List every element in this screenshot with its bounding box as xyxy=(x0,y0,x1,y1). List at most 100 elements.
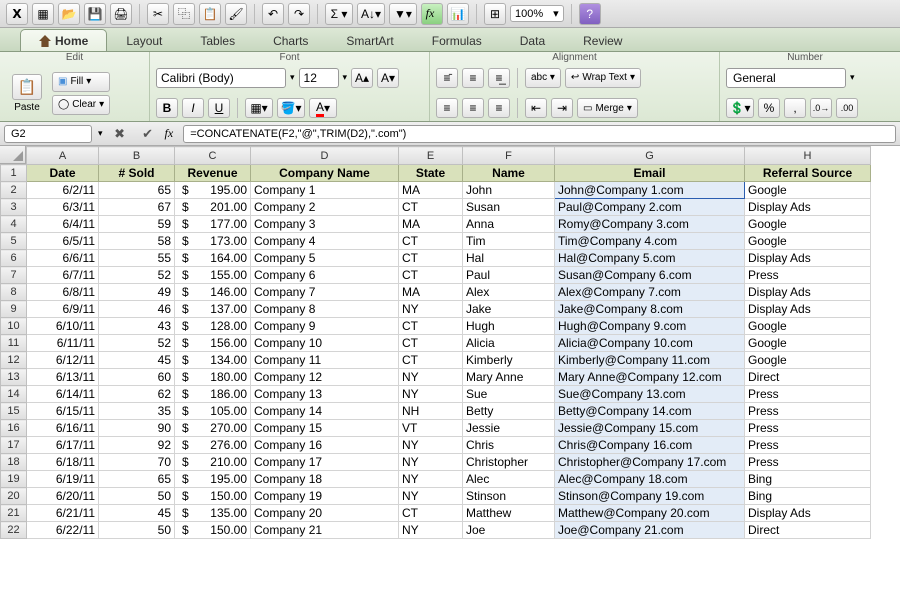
cell[interactable]: Display Ads xyxy=(745,505,871,522)
cell[interactable]: CT xyxy=(399,318,463,335)
cell[interactable]: Company 3 xyxy=(251,216,399,233)
cell[interactable]: Press xyxy=(745,420,871,437)
copy-icon[interactable]: ⿻ xyxy=(173,3,195,25)
cell[interactable]: 50 xyxy=(99,488,175,505)
cell[interactable]: Press xyxy=(745,454,871,471)
cell[interactable]: Google xyxy=(745,233,871,250)
row-header[interactable]: 14 xyxy=(1,386,27,403)
name-box[interactable]: G2 xyxy=(4,125,92,143)
cell[interactable]: Susan xyxy=(463,199,555,216)
help-icon[interactable]: ? xyxy=(579,3,601,25)
cell[interactable]: 6/17/11 xyxy=(27,437,99,454)
sort-icon[interactable]: A↓▾ xyxy=(357,3,385,25)
cell[interactable]: 128.00 xyxy=(175,318,251,335)
comma-icon[interactable]: , xyxy=(784,98,806,118)
cell[interactable]: Jake xyxy=(463,301,555,318)
cell[interactable]: 150.00 xyxy=(175,522,251,539)
cell[interactable]: Paul@Company 2.com xyxy=(555,199,745,216)
currency-icon[interactable]: 💲▾ xyxy=(726,98,754,118)
autosum-icon[interactable]: Σ ▾ xyxy=(325,3,353,25)
cell[interactable]: Company 20 xyxy=(251,505,399,522)
redo-icon[interactable]: ↷ xyxy=(288,3,310,25)
cell[interactable]: NY xyxy=(399,522,463,539)
cell[interactable]: CT xyxy=(399,199,463,216)
cell[interactable]: 6/19/11 xyxy=(27,471,99,488)
font-size-select[interactable] xyxy=(299,68,339,88)
cell[interactable]: Direct xyxy=(745,369,871,386)
row-header[interactable]: 3 xyxy=(1,199,27,216)
cell[interactable]: Company 18 xyxy=(251,471,399,488)
cell[interactable]: 6/2/11 xyxy=(27,182,99,199)
cell[interactable]: 6/13/11 xyxy=(27,369,99,386)
row-header[interactable]: 4 xyxy=(1,216,27,233)
cell[interactable]: 50 xyxy=(99,522,175,539)
cell[interactable]: Company 10 xyxy=(251,335,399,352)
cell[interactable]: Alec@Company 18.com xyxy=(555,471,745,488)
cell[interactable]: Chris@Company 16.com xyxy=(555,437,745,454)
cell[interactable]: Display Ads xyxy=(745,284,871,301)
row-header[interactable]: 19 xyxy=(1,471,27,488)
cell[interactable]: 6/7/11 xyxy=(27,267,99,284)
cell[interactable]: Date xyxy=(27,165,99,182)
row-header[interactable]: 11 xyxy=(1,335,27,352)
cell[interactable]: 59 xyxy=(99,216,175,233)
undo-icon[interactable]: ↶ xyxy=(262,3,284,25)
cell[interactable]: Romy@Company 3.com xyxy=(555,216,745,233)
paste-icon[interactable]: 📋 xyxy=(199,3,221,25)
cell[interactable]: 65 xyxy=(99,182,175,199)
save-icon[interactable]: 💾 xyxy=(84,3,106,25)
cell[interactable]: Hal@Company 5.com xyxy=(555,250,745,267)
cell[interactable]: Company 7 xyxy=(251,284,399,301)
cell[interactable]: 6/18/11 xyxy=(27,454,99,471)
cell[interactable]: Alec xyxy=(463,471,555,488)
merge-button[interactable]: ▭Merge▾ xyxy=(577,98,638,118)
cell[interactable]: 164.00 xyxy=(175,250,251,267)
spreadsheet[interactable]: A B C D E F G H 1Date# SoldRevenueCompan… xyxy=(0,146,900,595)
bold-button[interactable]: B xyxy=(156,98,178,118)
cell[interactable]: Alicia xyxy=(463,335,555,352)
cell[interactable]: 6/12/11 xyxy=(27,352,99,369)
cell[interactable]: Betty@Company 14.com xyxy=(555,403,745,420)
cell[interactable]: 52 xyxy=(99,267,175,284)
cell[interactable]: Google xyxy=(745,352,871,369)
row-header[interactable]: 20 xyxy=(1,488,27,505)
paste-button[interactable]: 📋 Paste xyxy=(6,74,48,113)
row-header[interactable]: 10 xyxy=(1,318,27,335)
cell[interactable]: 67 xyxy=(99,199,175,216)
cell[interactable]: 6/16/11 xyxy=(27,420,99,437)
cell[interactable]: Direct xyxy=(745,522,871,539)
cell[interactable]: CT xyxy=(399,352,463,369)
tab-layout[interactable]: Layout xyxy=(107,29,181,51)
cell[interactable]: NY xyxy=(399,386,463,403)
format-painter-icon[interactable]: 🖌 xyxy=(225,3,247,25)
cell[interactable]: Company 16 xyxy=(251,437,399,454)
show-hide-icon[interactable]: ⊞ xyxy=(484,3,506,25)
font-name-select[interactable] xyxy=(156,68,286,88)
col-header[interactable]: C xyxy=(175,147,251,165)
cell[interactable]: 70 xyxy=(99,454,175,471)
col-header[interactable]: E xyxy=(399,147,463,165)
row-header[interactable]: 7 xyxy=(1,267,27,284)
accept-icon[interactable]: ✔ xyxy=(137,124,159,144)
cell[interactable]: CT xyxy=(399,250,463,267)
row-header[interactable]: 1 xyxy=(1,165,27,182)
align-left-icon[interactable]: ≡ xyxy=(436,98,458,118)
cell[interactable]: Company 19 xyxy=(251,488,399,505)
cell[interactable]: 156.00 xyxy=(175,335,251,352)
cell[interactable]: Company 4 xyxy=(251,233,399,250)
cell[interactable]: Kimberly@Company 11.com xyxy=(555,352,745,369)
cell[interactable]: Display Ads xyxy=(745,250,871,267)
tab-home[interactable]: Home xyxy=(20,29,107,51)
new-icon[interactable]: ▦ xyxy=(32,3,54,25)
italic-button[interactable]: I xyxy=(182,98,204,118)
cell[interactable]: 137.00 xyxy=(175,301,251,318)
cell[interactable]: NY xyxy=(399,471,463,488)
cell[interactable]: Revenue xyxy=(175,165,251,182)
cell[interactable]: 201.00 xyxy=(175,199,251,216)
cell[interactable]: Jessie@Company 15.com xyxy=(555,420,745,437)
cell[interactable]: NY xyxy=(399,301,463,318)
fx-icon[interactable]: fx xyxy=(165,126,174,141)
cell[interactable]: 210.00 xyxy=(175,454,251,471)
cell[interactable]: Company 11 xyxy=(251,352,399,369)
underline-button[interactable]: U xyxy=(208,98,230,118)
